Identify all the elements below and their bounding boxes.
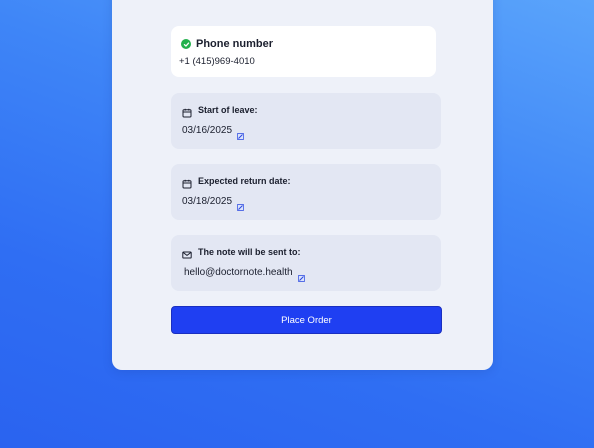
return-date-value: 03/18/2025 — [182, 196, 233, 207]
return-date-value-row: 03/18/2025 — [182, 196, 245, 211]
mail-icon — [182, 247, 192, 259]
note-recipient-label: The note will be sent to: — [198, 247, 301, 257]
return-date-label-row: Expected return date: — [182, 176, 291, 189]
note-recipient-value-row: hello@doctornote.health — [184, 267, 305, 282]
phone-number-field: Phone number +1 (415)969-4010 — [171, 26, 436, 77]
start-of-leave-value: 03/16/2025 — [182, 125, 233, 136]
return-date-label: Expected return date: — [198, 176, 291, 186]
calendar-icon — [182, 176, 192, 189]
note-recipient-value: hello@doctornote.health — [184, 267, 293, 278]
phone-number-title: Phone number — [196, 38, 274, 50]
edit-icon[interactable] — [297, 269, 305, 282]
start-of-leave-label-row: Start of leave: — [182, 105, 258, 118]
note-recipient-field: The note will be sent to: hello@doctorno… — [171, 235, 441, 291]
edit-icon[interactable] — [237, 127, 245, 140]
phone-number-value: +1 (415)969-4010 — [179, 56, 255, 67]
edit-icon[interactable] — [237, 198, 245, 211]
order-summary-card: Phone number +1 (415)969-4010 Start of l… — [112, 0, 493, 370]
start-of-leave-field: Start of leave: 03/16/2025 — [171, 93, 441, 149]
note-recipient-label-row: The note will be sent to: — [182, 247, 301, 259]
start-of-leave-value-row: 03/16/2025 — [182, 125, 245, 140]
place-order-button[interactable]: Place Order — [171, 306, 442, 334]
check-circle-icon — [181, 39, 191, 49]
phone-number-header: Phone number — [181, 38, 273, 50]
calendar-icon — [182, 105, 192, 118]
start-of-leave-label: Start of leave: — [198, 105, 258, 115]
return-date-field: Expected return date: 03/18/2025 — [171, 164, 441, 220]
